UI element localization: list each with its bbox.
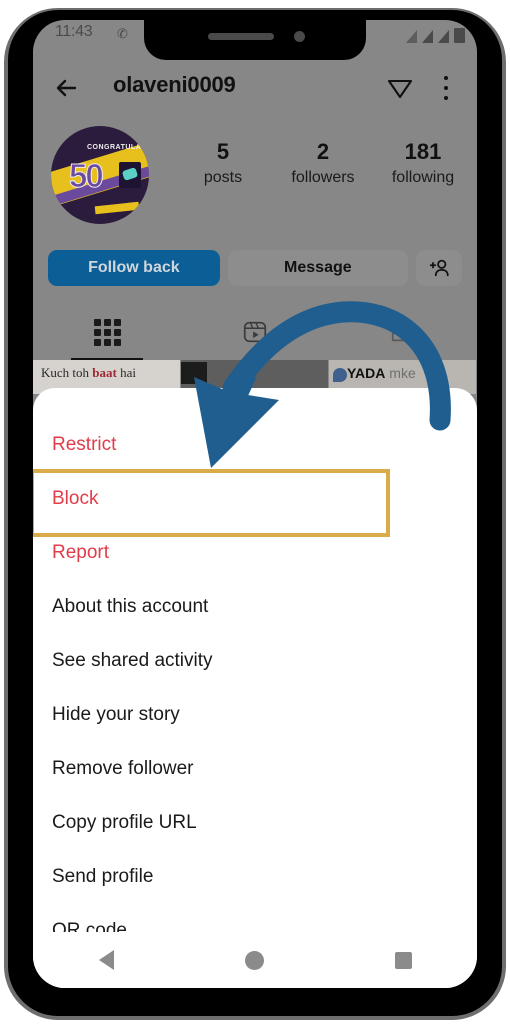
menu-item-hide-your-story[interactable]: Hide your story (33, 688, 477, 742)
menu-item-label: Hide your story (52, 704, 180, 725)
tab-reels[interactable] (181, 308, 329, 356)
tab-grid[interactable] (33, 308, 181, 356)
paper-plane-icon[interactable] (385, 73, 415, 103)
avatar-band-3 (94, 201, 140, 215)
kebab-menu-icon[interactable] (435, 74, 457, 102)
menu-item-about-this-account[interactable]: About this account (33, 580, 477, 634)
grid-icon (93, 318, 121, 346)
phone-screen: 11:43 ✆ olaveni0009 CONGRATULA 50 5 post… (33, 20, 477, 988)
signal-bars-icon (406, 30, 417, 43)
menu-item-label: Block (52, 488, 99, 509)
stat-following-count: 181 (404, 139, 442, 164)
drag-handle[interactable] (238, 399, 272, 402)
app-header: olaveni0009 (33, 62, 477, 114)
post-thumb-shape (181, 362, 207, 384)
menu-item-label: Send profile (52, 866, 154, 887)
signal-bars-icon-2 (422, 30, 433, 43)
menu-item-restrict[interactable]: Restrict (33, 418, 477, 472)
stat-followers-count: 2 (316, 139, 330, 164)
nav-home-button[interactable] (244, 950, 264, 970)
menu-item-label: About this account (52, 596, 209, 617)
post-caption: Kuch toh baat hai (41, 365, 136, 380)
avatar-number: 50 (69, 157, 105, 195)
stat-posts[interactable]: 5 posts (173, 138, 273, 190)
post-thumb-blob (333, 368, 347, 382)
back-arrow-icon[interactable] (51, 72, 83, 104)
nav-recents-button[interactable] (394, 951, 412, 969)
menu-item-label: Restrict (52, 434, 117, 455)
menu-item-send-profile[interactable]: Send profile (33, 850, 477, 904)
menu-item-label: Remove follower (52, 758, 194, 779)
menu-item-copy-profile-url[interactable]: Copy profile URL (33, 796, 477, 850)
stat-following[interactable]: 181 following (373, 138, 473, 190)
reels-icon (243, 321, 267, 343)
menu-item-remove-follower[interactable]: Remove follower (33, 742, 477, 796)
earpiece-speaker (208, 33, 274, 40)
tagged-photo-icon (391, 322, 415, 342)
follow-back-button[interactable]: Follow back (48, 250, 220, 286)
menu-item-label: Report (52, 542, 110, 563)
signal-bars-icon-3 (438, 30, 449, 43)
post-caption-3: YADA mke (347, 365, 416, 381)
avatar-card-graphic (119, 162, 141, 188)
menu-item-see-shared-activity[interactable]: See shared activity (33, 634, 477, 688)
stat-posts-label: posts (203, 169, 243, 186)
profile-action-bar: Follow back Message (33, 248, 477, 288)
menu-item-report[interactable]: Report (33, 526, 477, 580)
display-notch (144, 20, 366, 60)
front-camera (294, 31, 305, 42)
battery-icon (454, 28, 465, 43)
menu-item-label: Copy profile URL (52, 812, 197, 833)
add-person-icon[interactable] (416, 250, 462, 286)
stat-posts-count: 5 (216, 139, 230, 164)
options-list: Restrict Block Report About this account… (33, 418, 477, 958)
profile-stats: 5 posts 2 followers 181 following (173, 138, 473, 190)
page-title: olaveni0009 (113, 72, 236, 97)
phone-call-icon: ✆ (117, 26, 128, 41)
avatar[interactable]: CONGRATULA 50 (51, 126, 149, 224)
phone-device-frame: 11:43 ✆ olaveni0009 CONGRATULA 50 5 post… (0, 0, 510, 1024)
stat-followers-label: followers (291, 169, 355, 186)
status-time: 11:43 (55, 23, 93, 40)
tab-tagged[interactable] (329, 308, 477, 356)
menu-item-label: See shared activity (52, 650, 213, 671)
avatar-badge-text: CONGRATULA (87, 144, 142, 151)
status-icons (406, 25, 465, 43)
message-button[interactable]: Message (227, 250, 408, 286)
nav-back-button[interactable] (98, 950, 114, 970)
profile-tabs (33, 308, 477, 356)
profile-summary: CONGRATULA 50 5 posts 2 followers 181 fo… (33, 120, 477, 224)
options-bottom-sheet: Restrict Block Report About this account… (33, 388, 477, 988)
android-nav-bar (33, 932, 477, 988)
stat-followers[interactable]: 2 followers (273, 138, 373, 190)
stat-following-label: following (391, 169, 455, 186)
menu-item-block[interactable]: Block (33, 472, 477, 526)
